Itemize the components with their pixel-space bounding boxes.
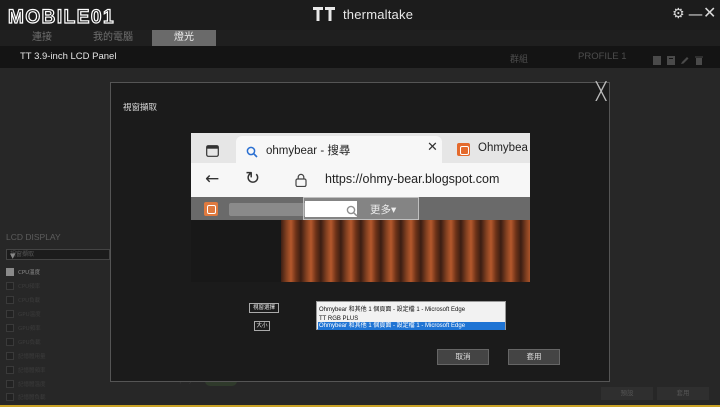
preview-address-bar: ← ↻ https://ohmy-bear.blogspot.com bbox=[191, 163, 530, 197]
preview-second-tab: Ohmybea bbox=[453, 136, 530, 163]
window-select-value: Ohmybear 和其他 1 個頁面 - 設定檔 1 - Microsoft E… bbox=[319, 307, 466, 313]
lcd-display-title: LCD DISPLAY bbox=[6, 232, 61, 242]
option-label: CPU頻率 bbox=[18, 284, 41, 290]
checkbox[interactable] bbox=[6, 310, 14, 318]
search-icon bbox=[246, 143, 258, 158]
profile-label[interactable]: PROFILE 1 bbox=[578, 51, 627, 62]
thermaltake-logo-icon bbox=[313, 7, 335, 21]
cancel-button[interactable]: 取消 bbox=[437, 349, 489, 365]
preview-dark-area bbox=[191, 220, 281, 282]
option-label: 記憶體溫度 bbox=[18, 382, 46, 388]
delete-profile-icon[interactable] bbox=[694, 51, 704, 65]
sidebar-option[interactable]: 記憶體溫度 bbox=[6, 379, 46, 389]
capture-preview[interactable]: ohmybear - 搜尋 ✕ Ohmybea ← ↻ https://ohmy… bbox=[191, 133, 530, 282]
settings-gear-icon[interactable]: ⚙ bbox=[672, 6, 685, 22]
option-label: GPU頻率 bbox=[18, 326, 41, 332]
dialog-close-icon[interactable]: ╳ bbox=[596, 83, 606, 101]
preview-tab-bar: ohmybear - 搜尋 ✕ Ohmybea bbox=[191, 133, 530, 163]
brand: thermaltake bbox=[313, 6, 413, 22]
back-arrow-icon: ← bbox=[205, 169, 220, 189]
sidebar-option[interactable]: GPU負載 bbox=[6, 337, 41, 347]
dialog-title: 視窗擷取 bbox=[123, 103, 158, 113]
capture-selection-box[interactable] bbox=[303, 197, 419, 220]
blogger-icon bbox=[204, 202, 218, 216]
preview-url: https://ohmy-bear.blogspot.com bbox=[325, 172, 500, 186]
checkbox[interactable] bbox=[6, 352, 14, 360]
window-select-button[interactable]: 視窗選擇 bbox=[249, 303, 279, 313]
background-apply-button[interactable]: 套用 bbox=[657, 387, 709, 400]
save-profile-icon[interactable] bbox=[652, 51, 662, 65]
sidebar-option[interactable]: 記憶體負載 bbox=[6, 392, 46, 402]
option-label: 記憶體頻率 bbox=[18, 368, 46, 374]
sidebar-option[interactable]: CPU頻率 bbox=[6, 281, 40, 291]
window-option-edge[interactable]: Ohmybear 和其他 1 個頁面 - 設定檔 1 - Microsoft E… bbox=[318, 322, 505, 330]
apply-button[interactable]: 套用 bbox=[508, 349, 560, 365]
minimize-icon[interactable]: — bbox=[688, 6, 703, 22]
brand-name: thermaltake bbox=[343, 6, 414, 22]
checkbox[interactable] bbox=[6, 296, 14, 304]
sidebar-option[interactable]: 記憶體頻率 bbox=[6, 365, 46, 375]
window-select-dropdown[interactable]: Ohmybear 和其他 1 個頁面 - 設定檔 1 - Microsoft E… bbox=[316, 301, 506, 330]
reload-icon: ↻ bbox=[245, 168, 261, 189]
copy-profile-icon[interactable] bbox=[666, 51, 676, 65]
sidebar-option[interactable]: GPU頻率 bbox=[6, 323, 41, 333]
mobile01-watermark: MOBILE01 bbox=[6, 4, 146, 28]
device-name: TT 3.9-inch LCD Panel bbox=[20, 51, 117, 62]
svg-text:MOBILE01: MOBILE01 bbox=[8, 7, 115, 28]
checkbox[interactable] bbox=[6, 366, 14, 374]
preview-tab2-title: Ohmybea bbox=[478, 142, 528, 154]
preset-button[interactable]: 預設 bbox=[601, 387, 653, 400]
watermark-logo-icon: MOBILE01 bbox=[7, 6, 115, 28]
sidebar-option[interactable]: CPU溫度 bbox=[6, 267, 40, 277]
tab-actions-icon bbox=[206, 142, 219, 157]
option-label: GPU溫度 bbox=[18, 312, 41, 318]
app-window: MOBILE01 thermaltake ⚙ — ✕ 連接 我的電腦 燈光 TT… bbox=[0, 0, 720, 407]
option-label: CPU溫度 bbox=[18, 270, 41, 276]
edit-profile-icon[interactable] bbox=[680, 51, 690, 64]
title-bar: MOBILE01 thermaltake ⚙ — ✕ bbox=[0, 0, 720, 30]
sidebar-option[interactable]: 記憶體用量 bbox=[6, 351, 46, 361]
option-label: GPU負載 bbox=[18, 340, 41, 346]
tab-close-icon: ✕ bbox=[427, 140, 438, 155]
main-tabs: 連接 我的電腦 燈光 bbox=[0, 30, 720, 46]
checkbox[interactable] bbox=[6, 324, 14, 332]
checkbox[interactable] bbox=[6, 380, 14, 388]
preview-image-area bbox=[281, 220, 530, 282]
preview-tab-title: ohmybear - 搜尋 bbox=[266, 145, 351, 157]
option-label: 記憶體負載 bbox=[18, 395, 46, 401]
lcd-mode-select[interactable]: 視窗擷取 ▼ bbox=[6, 249, 110, 260]
chevron-down-icon: ▼ bbox=[10, 252, 16, 260]
checkbox[interactable] bbox=[6, 268, 14, 276]
tab-connect[interactable]: 連接 bbox=[12, 30, 72, 46]
checkbox[interactable] bbox=[6, 393, 14, 401]
device-bar: TT 3.9-inch LCD Panel 群組 PROFILE 1 bbox=[0, 46, 720, 68]
sidebar-option[interactable]: GPU溫度 bbox=[6, 309, 41, 319]
close-window-icon[interactable]: ✕ bbox=[703, 5, 716, 21]
preview-active-tab: ohmybear - 搜尋 ✕ bbox=[236, 136, 442, 163]
sidebar-option[interactable]: CPU負載 bbox=[6, 295, 40, 305]
group-label[interactable]: 群組 bbox=[510, 52, 528, 65]
option-label: 記憶體用量 bbox=[18, 354, 46, 360]
checkbox[interactable] bbox=[6, 282, 14, 290]
checkbox[interactable] bbox=[6, 338, 14, 346]
window-capture-dialog: 視窗擷取 ╳ ohmybear - 搜尋 ✕ Ohmybea ← ↻ https… bbox=[110, 82, 610, 382]
preview-page-content: 更多▾ bbox=[191, 197, 530, 282]
lock-icon bbox=[295, 172, 307, 188]
size-button[interactable]: 大小 bbox=[254, 321, 270, 331]
preview-blog-navbar: 更多▾ bbox=[191, 197, 530, 220]
tab-my-computer[interactable]: 我的電腦 bbox=[82, 30, 144, 46]
option-label: CPU負載 bbox=[18, 298, 41, 304]
tab-lighting[interactable]: 燈光 bbox=[152, 30, 216, 46]
blogger-icon bbox=[457, 143, 470, 156]
